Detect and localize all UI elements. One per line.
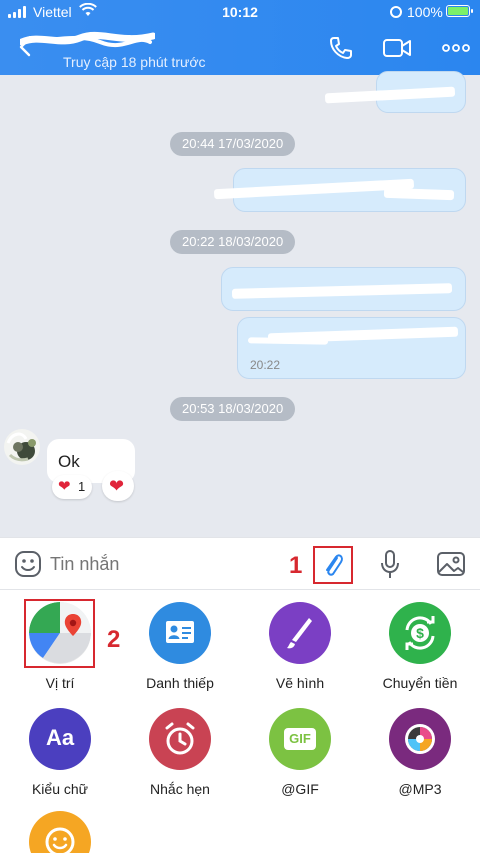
attach-label: Vẽ hình xyxy=(275,675,325,691)
font-style-icon: Aa xyxy=(29,708,91,770)
reaction-count: 1 xyxy=(78,479,86,494)
date-separator: 20:53 18/03/2020 xyxy=(170,397,296,421)
more-options-icon[interactable] xyxy=(441,35,471,61)
image-gallery-icon[interactable] xyxy=(436,550,466,578)
attach-mp3[interactable]: @MP3 xyxy=(360,708,480,804)
heart-icon: ❤ xyxy=(109,476,125,496)
attach-money-transfer[interactable]: $ Chuyển tiền xyxy=(360,602,480,698)
attach-label: Danh thiếp xyxy=(146,675,214,691)
brush-icon xyxy=(269,602,331,664)
attach-reminder[interactable]: Nhắc hẹn xyxy=(120,708,240,804)
heart-icon: ❤ xyxy=(58,478,71,495)
music-disc-icon xyxy=(389,708,451,770)
attachment-panel: Vị trí 2 Danh thiếp Vẽ hình $ Chuyển tiề… xyxy=(0,590,480,853)
attach-label: Kiểu chữ xyxy=(31,781,89,797)
phone-call-icon[interactable] xyxy=(326,35,356,61)
attach-label: @MP3 xyxy=(398,781,442,797)
gif-glyph: GIF xyxy=(284,728,316,750)
message-input-bar: 1 xyxy=(0,537,480,590)
attach-label: @GIF xyxy=(281,781,319,797)
video-call-icon[interactable] xyxy=(382,35,412,61)
attach-label: Vị trí xyxy=(45,675,75,691)
react-heart-button[interactable]: ❤ xyxy=(102,471,134,501)
rotation-lock-icon xyxy=(390,6,402,18)
message-input[interactable] xyxy=(50,548,290,580)
message-list[interactable]: 20:44 17/03/2020 20:22 18/03/2020 20:22 … xyxy=(0,71,480,537)
date-separator: 20:22 18/03/2020 xyxy=(170,230,296,254)
paperclip-icon[interactable] xyxy=(320,550,346,580)
attach-font-style[interactable]: Aa Kiểu chữ xyxy=(0,708,120,804)
annotation-step-1: 1 xyxy=(289,552,303,579)
sticker-icon[interactable] xyxy=(14,550,42,578)
status-bar: Viettel 10:12 100% xyxy=(0,0,480,24)
contact-card-icon xyxy=(149,602,211,664)
attach-gif[interactable]: GIF @GIF xyxy=(240,708,360,804)
battery-icon xyxy=(446,5,473,17)
message-text: Ok xyxy=(58,452,80,471)
battery-percent: 100% xyxy=(407,4,443,20)
smiley-icon xyxy=(29,811,91,853)
money-transfer-icon: $ xyxy=(389,602,451,664)
message-bubble-outgoing[interactable] xyxy=(324,71,466,113)
avatar-image xyxy=(6,432,36,462)
redacted-contact-name xyxy=(20,31,155,48)
redacted-text xyxy=(231,283,453,299)
redacted-text xyxy=(324,86,456,104)
message-bubble-outgoing[interactable] xyxy=(221,267,466,311)
attach-label: Nhắc hẹn xyxy=(150,781,210,797)
annotation-step-2: 2 xyxy=(107,626,121,653)
chat-header: Viettel 10:12 100% Truy cập 18 phút trướ… xyxy=(0,0,480,75)
message-bubble-outgoing[interactable] xyxy=(213,168,466,212)
message-time: 20:22 xyxy=(250,358,281,372)
avatar[interactable] xyxy=(4,429,40,465)
annotation-highlight-location xyxy=(24,599,95,668)
reaction-summary[interactable]: ❤ 1 xyxy=(52,475,92,499)
font-style-glyph: Aa xyxy=(45,725,75,750)
last-seen-status: Truy cập 18 phút trước xyxy=(63,54,206,70)
svg-text:$: $ xyxy=(416,625,424,641)
alarm-clock-icon xyxy=(149,708,211,770)
attach-contact-card[interactable]: Danh thiếp xyxy=(120,602,240,698)
date-separator: 20:44 17/03/2020 xyxy=(170,132,296,156)
gif-icon: GIF xyxy=(269,708,331,770)
attach-sticker[interactable] xyxy=(0,811,120,853)
microphone-icon[interactable] xyxy=(378,549,402,581)
attach-label: Chuyển tiền xyxy=(382,675,458,691)
message-bubble-outgoing[interactable]: 20:22 xyxy=(237,317,466,379)
attach-drawing[interactable]: Vẽ hình xyxy=(240,602,360,698)
